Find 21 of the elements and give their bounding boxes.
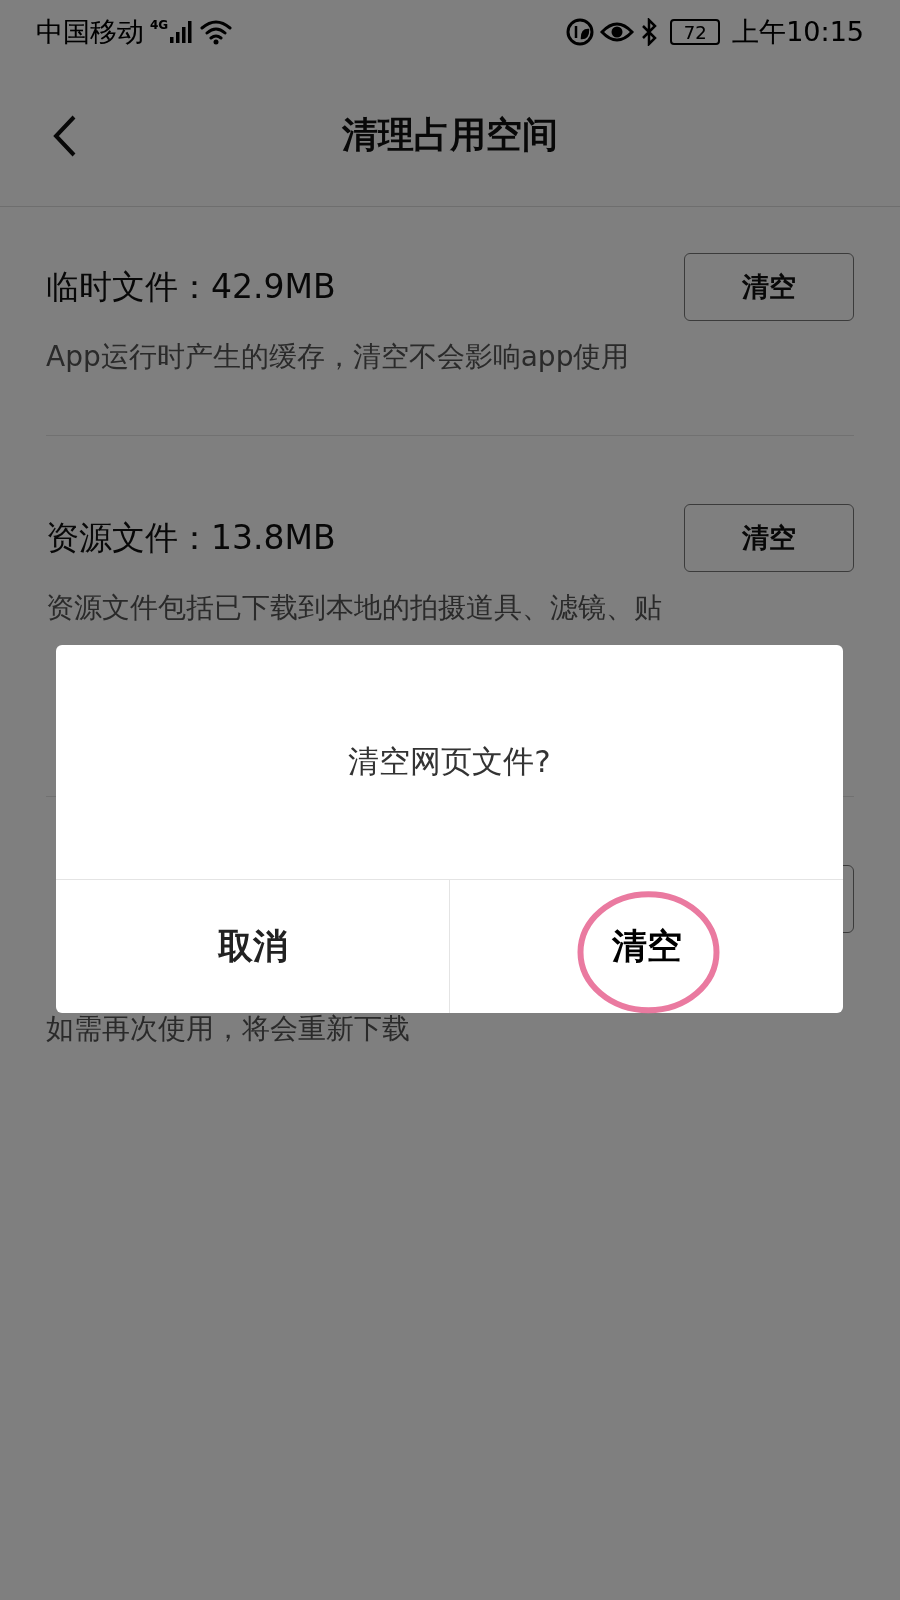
section-description: 如需再次使用，将会重新下载 [46,1011,411,1047]
section-description: App运行时产生的缓存，清空不会影响app使用 [46,339,631,375]
dialog-message: 清空网页文件? [348,742,551,781]
back-icon[interactable] [52,114,78,158]
clock-time: 上午10:15 [732,15,864,49]
carrier-name: 中国移动 [36,15,144,49]
signal-icon [170,21,195,43]
section-title: 资源文件：13.8MB [46,516,336,559]
eye-icon [600,20,635,44]
wifi-icon [200,19,233,45]
section-title: 临时文件：42.9MB [46,265,336,308]
eco-icon [566,18,595,46]
bluetooth-icon [640,18,659,46]
page-title: 清理占用空间 [342,112,558,157]
cancel-button[interactable]: 取消 [207,917,298,976]
clear-button[interactable]: 清空 [684,253,854,321]
section-description: 资源文件包括已下载到本地的拍摄道具、滤镜、贴 [46,590,663,626]
confirm-button[interactable]: 清空 [601,917,692,976]
network-type: 4G [150,18,169,32]
battery-icon: 72 [670,19,721,45]
clear-button[interactable]: 清空 [684,504,854,572]
